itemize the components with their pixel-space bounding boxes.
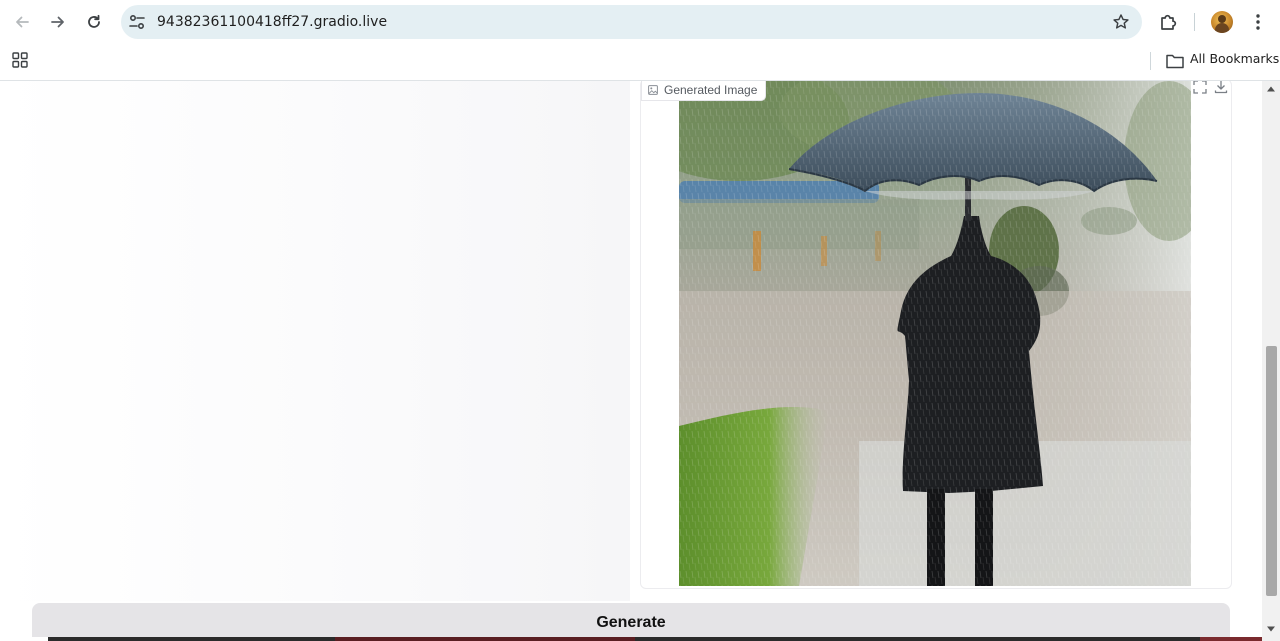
fullscreen-icon[interactable] [1193, 81, 1207, 94]
browser-toolbar: 94382361100418ff27.gradio.live [0, 0, 1280, 44]
kebab-menu-icon[interactable] [1248, 12, 1268, 32]
back-button[interactable] [8, 8, 36, 36]
avatar-figure-body [1215, 23, 1229, 33]
url-text[interactable]: 94382361100418ff27.gradio.live [157, 5, 387, 39]
tune-icon[interactable] [128, 14, 146, 30]
bookmarks-bar: All Bookmarks [0, 44, 1280, 81]
apps-grid-icon[interactable] [12, 52, 28, 68]
generate-button[interactable]: Generate [32, 603, 1230, 641]
vertical-scrollbar[interactable] [1262, 81, 1280, 641]
all-bookmarks-link[interactable]: All Bookmarks [1190, 44, 1279, 74]
scroll-down-arrow-icon[interactable] [1266, 625, 1276, 633]
scrollbar-thumb[interactable] [1266, 346, 1277, 596]
image-label-text: Generated Image [664, 83, 758, 97]
strip-segment [0, 637, 48, 641]
avatar-figure [1218, 15, 1226, 23]
bottom-taskbar-strip [0, 637, 1262, 641]
reload-button[interactable] [80, 8, 108, 36]
generated-image[interactable] [679, 81, 1191, 586]
arrow-right-icon [51, 16, 64, 28]
image-label: Generated Image [641, 81, 767, 101]
arrow-left-icon [16, 16, 29, 28]
bookmarks-divider [1150, 52, 1151, 70]
forward-button[interactable] [44, 8, 72, 36]
avatar[interactable] [1211, 11, 1233, 33]
scroll-up-arrow-icon[interactable] [1266, 85, 1276, 93]
folder-icon[interactable] [1165, 52, 1185, 70]
left-column [0, 81, 630, 601]
address-bar[interactable]: 94382361100418ff27.gradio.live [121, 5, 1142, 39]
puzzle-icon[interactable] [1158, 12, 1178, 32]
reload-icon [88, 14, 100, 28]
strip-segment [335, 637, 635, 641]
toolbar-divider [1194, 13, 1195, 31]
gradio-page: Generated Image Generate [0, 81, 1262, 641]
strip-segment [1200, 637, 1262, 641]
star-icon[interactable] [1112, 13, 1130, 31]
image-icon [648, 85, 658, 95]
download-icon[interactable] [1214, 81, 1228, 94]
